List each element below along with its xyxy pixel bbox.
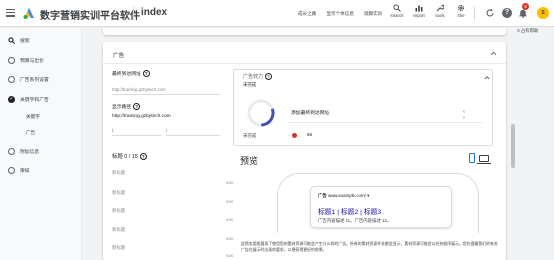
title-divider	[133, 6, 134, 20]
ad-strength-status: 未完成	[243, 82, 257, 87]
ad-strength-gauge	[247, 99, 275, 127]
settings-tool-button[interactable]: she	[450, 4, 472, 18]
ad-strength-panel: 广告效力? 未完成 未完成 添加最终到达网址 ‹ › 66	[233, 69, 493, 146]
right-help-label[interactable]: ≡ 占有帮助	[517, 28, 538, 34]
previous-section-card	[103, 28, 506, 35]
sidebar-item-label: 搜索	[20, 38, 30, 44]
chevron-up-icon[interactable]	[484, 75, 490, 81]
top-link-profile[interactable]: 显示个体信息	[326, 11, 354, 17]
headline-counter: 0/30	[226, 237, 234, 241]
help-icon[interactable]: ?	[502, 8, 512, 18]
circle-icon	[8, 56, 15, 64]
ad-preview-headline: 标题1 | 标题2 | 标题3	[318, 209, 382, 216]
ad-label: 广告	[318, 193, 327, 198]
report-tool-button[interactable]: report	[408, 4, 430, 18]
sidebar-item-budget[interactable]: 预算与出价	[0, 54, 82, 66]
headline-input[interactable]: 新标题	[112, 245, 237, 251]
path-field-2[interactable]: /	[166, 128, 220, 136]
notification-badge: 8	[522, 3, 529, 10]
circle-icon	[8, 166, 15, 174]
avatar[interactable]: S	[537, 7, 549, 19]
scrollbar-thumb[interactable]	[511, 124, 515, 168]
strength-score: 66	[307, 132, 313, 137]
app-logo	[23, 8, 34, 19]
ad-preview: 广告 www.example.com/ ▾ 标题1 | 标题2 | 标题3 广告…	[310, 186, 452, 228]
headline-counter: 0/30	[226, 218, 234, 222]
sidebar-item-extensions[interactable]: 附加信息	[0, 145, 82, 157]
headline-input[interactable]: 新标题	[112, 190, 237, 196]
top-link-observe[interactable]: 观察实训	[364, 11, 382, 17]
top-links: 成长之路 显示个体信息 观察实训	[298, 11, 382, 17]
check-icon: ✓	[8, 95, 15, 103]
final-url-input[interactable]: http://training.gzbytech.com	[112, 87, 220, 95]
search-icon	[393, 4, 401, 12]
sidebar-item-review[interactable]: 审核	[0, 164, 82, 176]
path-field-1[interactable]: /	[112, 128, 162, 136]
sidebar-item-label: 关键字和广告	[20, 97, 49, 103]
ad-strength-title: 广告效力?	[243, 73, 273, 81]
mobile-device-icon[interactable]	[469, 153, 475, 163]
ad-preview-description: 广告内容描述 11。广告内容描述 12。	[318, 218, 392, 223]
sidebar-item-keywords-ads[interactable]: ✓ 关键字和广告	[0, 93, 82, 105]
headline-counter: 0/30	[226, 181, 234, 185]
headline-input[interactable]: 新标题	[112, 170, 237, 176]
sidebar: 搜索 预算与出价 广告系列设置 ✓ 关键字和广告 关键字 广告 附加信息 审核	[0, 28, 82, 260]
top-link-growth[interactable]: 成长之路	[298, 11, 316, 17]
circle-icon	[8, 147, 15, 155]
toolbar-divider	[474, 6, 475, 21]
headline-input[interactable]: 新标题	[112, 208, 237, 214]
gauge-label: 未完成	[243, 133, 257, 138]
desktop-device-icon[interactable]	[477, 155, 491, 164]
preview-disclaimer: 此预览类图展现了使用您的素材资源可能会产生什么样的广告。所有的素材资源并非都会显…	[241, 241, 498, 252]
ad-domain: www.example.com/ ▾	[328, 193, 370, 198]
sidebar-subitem-ads[interactable]: 广告	[26, 130, 35, 136]
sidebar-subitem-keywords[interactable]: 关键字	[26, 114, 40, 120]
app-title: 数字营销实训平台软件	[40, 11, 140, 22]
strength-suggestion[interactable]: 添加最终到达网址	[291, 109, 329, 116]
display-path-url: http://training.gzbytech.com	[112, 114, 171, 119]
sidebar-item-label: 预算与出价	[20, 58, 44, 64]
sidebar-item-label: 审核	[20, 168, 30, 174]
headlines-label: 标题 0 / 15?	[112, 152, 147, 161]
hamburger-menu-icon[interactable]	[6, 9, 15, 17]
sidebar-item-label: 广告系列设置	[20, 77, 49, 83]
tools-tool-button[interactable]: tools	[429, 4, 451, 18]
status-dot	[292, 133, 297, 138]
search-tool-button[interactable]: search	[386, 4, 408, 18]
sidebar-item-search[interactable]: 搜索	[0, 34, 82, 46]
top-bar: 数字营销实训平台软件 index 成长之路 显示个体信息 观察实训 search…	[0, 0, 554, 27]
card-divider	[103, 63, 506, 64]
preview-title: 预览	[240, 156, 259, 166]
sidebar-item-campaign-settings[interactable]: 广告系列设置	[0, 73, 82, 85]
chevron-up-icon[interactable]	[490, 50, 497, 57]
headline-input[interactable]: 新标题	[112, 227, 237, 233]
headline-counter: 0/30	[226, 254, 234, 258]
final-url-label: 最终到达网址?	[112, 70, 150, 78]
gear-icon	[458, 5, 464, 11]
wrench-icon	[436, 4, 444, 12]
help-icon[interactable]: ?	[142, 70, 150, 78]
ad-preview-url-line: 广告 www.example.com/ ▾	[318, 193, 369, 199]
phone-preview-frame: 广告 www.example.com/ ▾ 标题1 | 标题2 | 标题3 广告…	[277, 173, 479, 233]
help-icon[interactable]: ?	[133, 103, 141, 111]
display-path-label: 显示路径?	[112, 103, 141, 111]
headline-counter: 0/30	[226, 200, 234, 204]
list-divider	[287, 122, 482, 123]
help-icon[interactable]: ?	[265, 73, 273, 81]
page-title: index	[141, 7, 168, 18]
card-title: 广告	[113, 53, 125, 59]
circle-icon	[8, 75, 15, 83]
search-icon	[8, 36, 15, 44]
sidebar-item-label: 附加信息	[20, 149, 40, 155]
suggestion-pager[interactable]: ‹ ›	[463, 109, 482, 121]
report-icon	[415, 5, 423, 12]
refresh-icon[interactable]	[485, 8, 495, 18]
help-icon[interactable]: ?	[139, 153, 147, 161]
